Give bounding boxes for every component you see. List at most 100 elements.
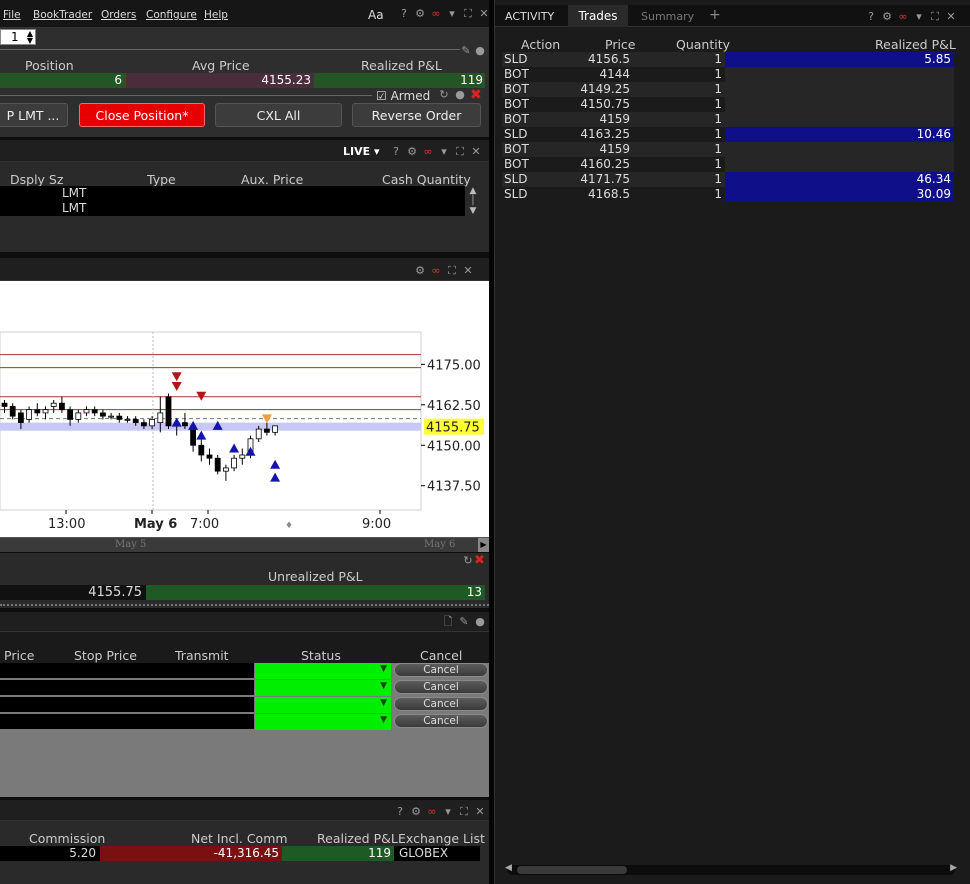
scroll-left-icon[interactable]: ◀	[505, 863, 512, 873]
expand-icon[interactable]: ⛶	[454, 145, 466, 158]
status-dropdown[interactable]: ▼	[255, 663, 391, 679]
chevron-down-icon[interactable]: ▾	[913, 10, 925, 23]
link-icon[interactable]: ∞	[426, 805, 438, 818]
chevron-down-icon: ▼	[380, 715, 387, 725]
cancel-order-button[interactable]: Cancel	[394, 663, 488, 677]
tab-activity[interactable]: ACTIVITY	[505, 10, 554, 23]
avg-price-cell: 4155.23	[126, 73, 314, 88]
wrench-icon[interactable]: ✎	[460, 45, 472, 57]
table-row[interactable]: SLD 4171.75 1 46.34	[502, 172, 954, 187]
status-dropdown[interactable]: ▼	[255, 697, 391, 713]
table-row[interactable]: BOT 4149.25 1	[502, 82, 954, 97]
sync-icon[interactable]: ↻	[438, 89, 450, 101]
cancel-order-button[interactable]: Cancel	[394, 714, 488, 728]
gear-icon[interactable]: ⚙	[881, 10, 893, 23]
divider	[0, 95, 372, 96]
menu-orders[interactable]: Orders	[101, 9, 136, 21]
expand-icon[interactable]: ⛶	[446, 264, 458, 277]
settings-icon[interactable]: ●	[454, 89, 466, 101]
col-cash-quantity: Cash Quantity	[382, 172, 471, 187]
table-row[interactable]: BOT 4159 1	[502, 142, 954, 157]
settings-icon[interactable]: ●	[474, 616, 486, 628]
wrench-icon[interactable]: ✎	[458, 616, 470, 628]
close-icon[interactable]: ✕	[945, 10, 957, 23]
timeline-navigator[interactable]: May 5 May 6 ▶	[0, 537, 489, 552]
chevron-down-icon[interactable]: ▾	[438, 145, 450, 158]
help-icon[interactable]: ?	[394, 805, 406, 818]
close-position-button[interactable]: Close Position*	[79, 103, 205, 127]
armed-label: Armed	[390, 89, 431, 103]
scroll-right-icon[interactable]: ▶	[950, 863, 957, 873]
stepper-arrows-icon[interactable]: ▲ ▼	[27, 30, 33, 45]
table-row[interactable]: SLD 4163.25 1 10.46	[502, 127, 954, 142]
table-row[interactable]	[0, 663, 254, 678]
candle-body	[91, 409, 98, 414]
trade-action: BOT	[504, 112, 529, 126]
settings-icon[interactable]: ●	[474, 45, 486, 57]
table-row[interactable]	[0, 680, 254, 695]
help-icon[interactable]: ?	[398, 7, 410, 20]
gear-icon[interactable]: ⚙	[414, 264, 426, 277]
menu-configure[interactable]: Configure	[146, 9, 197, 21]
close-icon[interactable]: ✕	[474, 805, 486, 818]
link-icon[interactable]: ∞	[422, 145, 434, 158]
candle-body	[124, 418, 131, 421]
armed-checkbox[interactable]: ☑ Armed	[376, 89, 430, 103]
chevron-down-icon[interactable]: ▾	[442, 805, 454, 818]
expand-icon[interactable]: ⛶	[462, 7, 474, 20]
table-row[interactable]: LMT	[0, 186, 465, 201]
tab-trades[interactable]: Trades	[568, 5, 628, 27]
price-chart[interactable]: 4175.00 4162.50 4150.00 4137.50 4155.75 13:0…	[0, 281, 489, 537]
link-icon[interactable]: ∞	[430, 7, 442, 20]
sync-icon[interactable]: ↻	[462, 555, 474, 567]
trade-qty: 1	[714, 157, 722, 171]
table-row[interactable]: BOT 4159 1	[502, 112, 954, 127]
close-icon[interactable]: ✖	[474, 553, 485, 568]
live-dropdown[interactable]: LIVE ▾	[343, 145, 380, 158]
candle-body	[34, 409, 41, 414]
scroll-right-icon[interactable]: ▶	[478, 538, 489, 552]
menu-booktrader[interactable]: BookTrader	[33, 9, 92, 21]
status-dropdown[interactable]: ▼	[255, 714, 391, 730]
link-icon[interactable]: ∞	[430, 264, 442, 277]
scroll-thumb[interactable]	[517, 866, 627, 874]
menu-help[interactable]: Help	[204, 9, 228, 21]
candle-body	[75, 412, 82, 420]
expand-icon[interactable]: ⛶	[929, 10, 941, 23]
cxl-all-button[interactable]: CXL All	[215, 103, 342, 127]
hscrollbar[interactable]: ◀ ▶	[505, 863, 957, 875]
status-dropdown[interactable]: ▼	[255, 680, 391, 696]
gear-icon[interactable]: ⚙	[406, 145, 418, 158]
gear-icon[interactable]: ⚙	[414, 7, 426, 20]
trade-qty: 1	[714, 97, 722, 111]
lmt-order-button[interactable]: P LMT ...	[0, 103, 68, 127]
table-row[interactable]: BOT 4150.75 1	[502, 97, 954, 112]
help-icon[interactable]: ?	[865, 10, 877, 23]
table-row[interactable]: BOT 4144 1	[502, 67, 954, 82]
font-size-button[interactable]: Aa	[368, 8, 384, 22]
close-icon[interactable]: ✖	[470, 87, 482, 103]
gear-icon[interactable]: ⚙	[410, 805, 422, 818]
table-row[interactable]	[0, 697, 254, 712]
cancel-order-button[interactable]: Cancel	[394, 680, 488, 694]
realized-pnl-value: 119	[460, 73, 483, 87]
table-row[interactable]: SLD 4168.5 1 30.09	[502, 187, 954, 202]
reverse-order-button[interactable]: Reverse Order	[352, 103, 481, 127]
link-icon[interactable]: ∞	[897, 10, 909, 23]
document-icon[interactable]: 🗋	[442, 616, 454, 628]
cancel-order-button[interactable]: Cancel	[394, 697, 488, 711]
chevron-down-icon[interactable]: ▾	[446, 7, 458, 20]
table-row[interactable]	[0, 714, 254, 729]
table-row[interactable]: BOT 4160.25 1	[502, 157, 954, 172]
tab-summary[interactable]: Summary	[641, 10, 694, 23]
close-icon[interactable]: ✕	[462, 264, 474, 277]
quantity-stepper[interactable]: 1 ▲ ▼	[0, 29, 36, 45]
expand-icon[interactable]: ⛶	[458, 805, 470, 818]
table-row[interactable]: LMT	[0, 201, 465, 216]
menu-file[interactable]: File	[3, 9, 21, 21]
table-row[interactable]: SLD 4156.5 1 5.85	[502, 52, 954, 67]
help-icon[interactable]: ?	[390, 145, 402, 158]
add-tab-icon[interactable]: +	[709, 7, 721, 23]
scrollbar[interactable]: ▲ │ ▼	[467, 186, 479, 218]
close-icon[interactable]: ✕	[470, 145, 482, 158]
